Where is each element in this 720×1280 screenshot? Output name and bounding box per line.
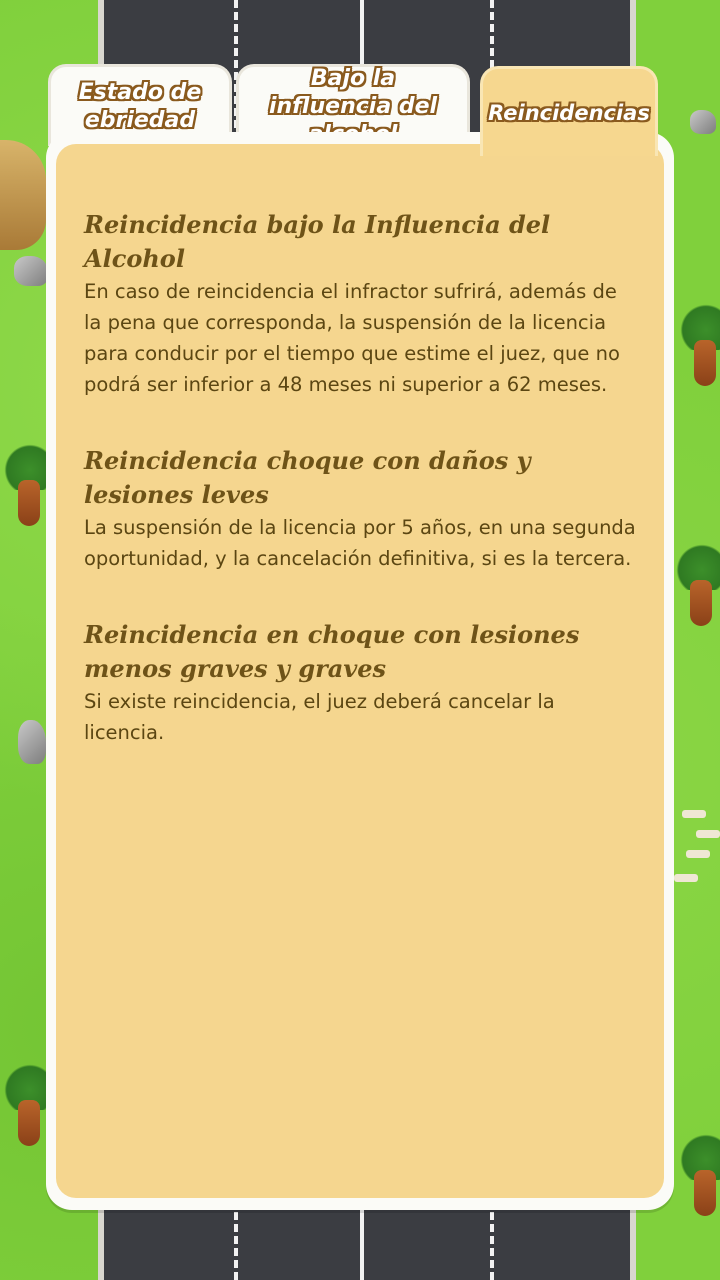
rock-icon	[690, 110, 716, 134]
info-panel: Reincidencia bajo la Influencia del Alco…	[46, 132, 674, 1210]
section-title: Reincidencia choque con daños y lesiones…	[84, 446, 531, 509]
info-panel-content-area: Reincidencia bajo la Influencia del Alco…	[56, 144, 664, 1198]
stone-decoration	[696, 830, 720, 838]
section-body: En caso de reincidencia el infractor suf…	[84, 280, 620, 396]
section-reincidencia-alcohol: Reincidencia bajo la Influencia del Alco…	[84, 208, 638, 400]
section-body: La suspensión de la licencia por 5 años,…	[84, 516, 636, 570]
tab-reincidencias[interactable]: Reincidencias	[480, 66, 658, 156]
palm-tree-icon	[676, 300, 720, 390]
rock-icon	[18, 720, 46, 764]
section-title: Reincidencia en choque con lesiones meno…	[84, 620, 580, 683]
stone-decoration	[682, 810, 706, 818]
section-reincidencia-lesiones-leves: Reincidencia choque con daños y lesiones…	[84, 444, 638, 574]
tab-label: Estado de ebriedad	[78, 79, 202, 133]
stone-decoration	[686, 850, 710, 858]
palm-tree-icon	[676, 1130, 720, 1220]
section-title: Reincidencia bajo la Influencia del Alco…	[84, 210, 551, 273]
palm-tree-icon	[672, 540, 720, 630]
section-body: Si existe reincidencia, el juez deberá c…	[84, 690, 555, 744]
content-list: Reincidencia bajo la Influencia del Alco…	[84, 208, 638, 792]
rock-icon	[14, 256, 48, 286]
tab-label: Reincidencias	[488, 100, 650, 125]
section-reincidencia-lesiones-graves: Reincidencia en choque con lesiones meno…	[84, 618, 638, 748]
stone-decoration	[674, 874, 698, 882]
